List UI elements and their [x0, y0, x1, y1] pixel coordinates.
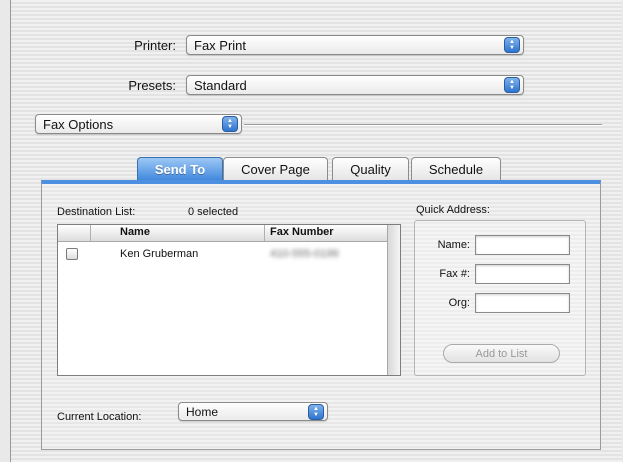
printer-popup[interactable]: Fax Print ▲ ▼ — [186, 35, 524, 55]
name-field[interactable] — [475, 235, 570, 255]
row-fax-number: 410-555-0199 — [270, 248, 339, 260]
selected-count: 0 selected — [188, 206, 239, 218]
column-separator — [264, 225, 265, 241]
table-row[interactable]: Ken Gruberman 410-555-0199 — [58, 243, 389, 263]
org-label: Org: — [448, 297, 470, 309]
fax-field[interactable] — [475, 264, 570, 284]
popup-arrows-icon: ▲ ▼ — [308, 403, 324, 420]
fax-label: Fax #: — [439, 268, 470, 280]
column-fax-number[interactable]: Fax Number — [270, 226, 334, 238]
printer-value: Fax Print — [194, 37, 247, 53]
quick-address-title: Quick Address: — [416, 204, 490, 216]
destination-list-label: Destination List: — [57, 206, 136, 218]
location-value: Home — [186, 404, 219, 419]
presets-label: Presets: — [128, 78, 176, 93]
row-name: Ken Gruberman — [120, 248, 199, 260]
pane-popup[interactable]: Fax Options ▲ ▼ — [35, 114, 242, 134]
row-checkbox[interactable] — [66, 248, 78, 260]
printer-label: Printer: — [134, 38, 176, 53]
popup-arrows-icon: ▲ ▼ — [504, 37, 520, 53]
presets-value: Standard — [194, 77, 247, 93]
column-name[interactable]: Name — [120, 226, 150, 238]
destination-table[interactable]: Name Fax Number Ken Gruberman 410-555-01… — [57, 224, 401, 376]
tab-schedule[interactable]: Schedule — [411, 157, 501, 181]
pane-value: Fax Options — [43, 116, 114, 132]
table-scrollbar[interactable] — [387, 225, 400, 375]
separator-line — [244, 124, 602, 126]
name-label: Name: — [437, 239, 470, 251]
add-to-list-button[interactable]: Add to List — [443, 344, 560, 363]
table-header: Name Fax Number — [58, 225, 389, 242]
column-separator — [90, 225, 91, 241]
tab-send-to[interactable]: Send To — [137, 157, 223, 181]
org-field[interactable] — [475, 293, 570, 313]
popup-arrows-icon: ▲ ▼ — [222, 116, 238, 132]
popup-arrows-icon: ▲ ▼ — [504, 77, 520, 93]
tab-quality[interactable]: Quality — [332, 157, 409, 181]
presets-popup[interactable]: Standard ▲ ▼ — [186, 75, 524, 95]
current-location-label: Current Location: — [57, 411, 142, 423]
tab-cover-page[interactable]: Cover Page — [223, 157, 328, 181]
location-popup[interactable]: Home ▲ ▼ — [178, 402, 328, 421]
